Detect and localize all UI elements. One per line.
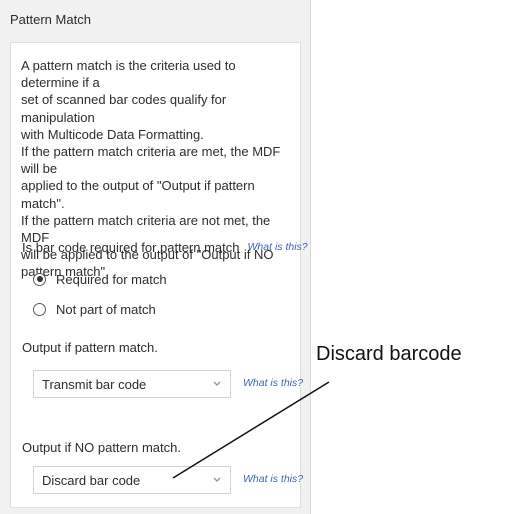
radio-selected-icon[interactable] [33, 272, 46, 286]
barcode-required-question: Is bar code required for pattern match W… [22, 238, 308, 256]
description-line-1: A pattern match is the criteria used to … [21, 58, 236, 91]
panel-title: Pattern Match [10, 11, 91, 27]
description-line-5: applied to the output of "Output if patt… [21, 178, 255, 211]
description-line-3: with Multicode Data Formatting. [21, 126, 204, 142]
radio-dot-icon [36, 276, 43, 282]
chevron-down-icon [212, 379, 222, 389]
output-if-match-help-link[interactable]: What is this? [243, 377, 303, 389]
pattern-match-content: A pattern match is the criteria used to … [10, 42, 308, 508]
required-for-match-radio[interactable]: Required for match [33, 270, 233, 288]
page: Pattern Match A pattern match is the cri… [0, 0, 510, 514]
discard-barcode-callout: Discard barcode [316, 343, 462, 365]
output-if-no-match-help-link[interactable]: What is this? [243, 473, 303, 485]
output-if-match-value: Transmit bar code [42, 376, 147, 392]
barcode-required-help-link[interactable]: What is this? [248, 241, 308, 253]
output-if-no-match-value: Discard bar code [42, 472, 141, 488]
chevron-down-icon [212, 475, 222, 485]
not-part-of-match-label: Not part of match [56, 301, 156, 317]
output-if-match-select[interactable]: Transmit bar code [33, 370, 231, 398]
output-if-no-match-select[interactable]: Discard bar code [33, 466, 231, 494]
not-part-of-match-radio[interactable]: Not part of match [33, 300, 233, 318]
description-line-4: If the pattern match criteria are met, t… [21, 144, 281, 177]
pattern-match-panel: Pattern Match A pattern match is the cri… [0, 0, 311, 514]
output-if-no-match-label: Output if NO pattern match. [22, 440, 181, 455]
required-for-match-label: Required for match [56, 271, 167, 287]
barcode-required-label: Is bar code required for pattern match [22, 239, 240, 255]
radio-unselected-icon[interactable] [33, 302, 46, 316]
output-if-match-label: Output if pattern match. [22, 340, 158, 355]
description-line-2: set of scanned bar codes qualify for man… [21, 92, 227, 125]
